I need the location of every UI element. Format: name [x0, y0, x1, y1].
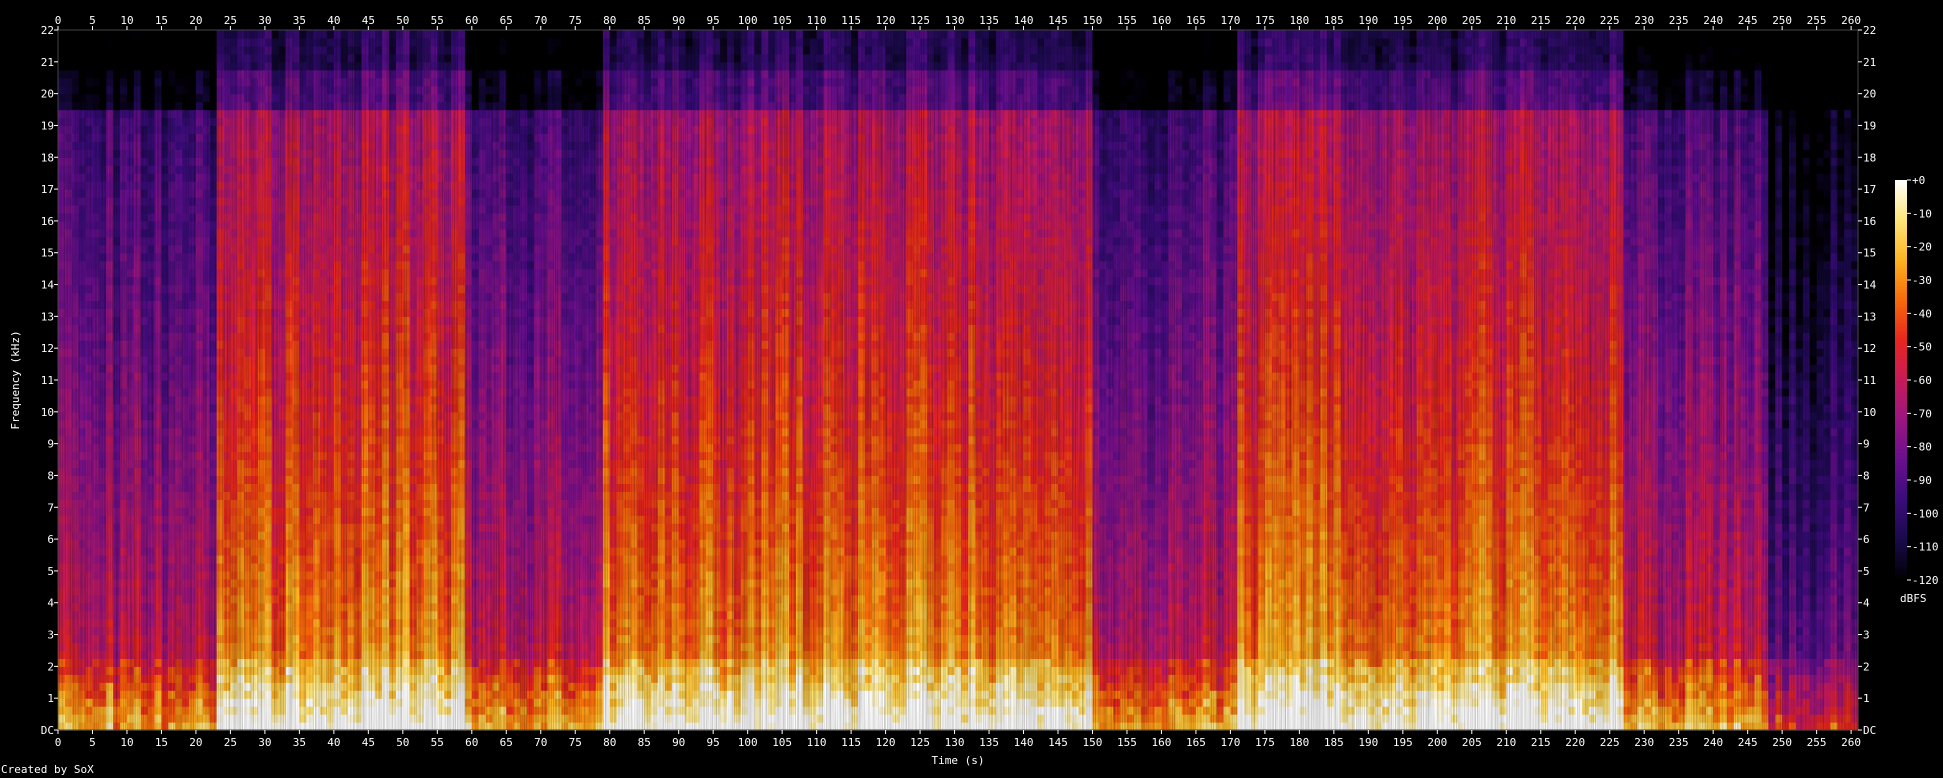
- spectrogram-chart: 0 5 10 15 20 25 30 35 40 45 50 55 60 65 70 75 80 85 90 95 10…: [9, 14, 1939, 767]
